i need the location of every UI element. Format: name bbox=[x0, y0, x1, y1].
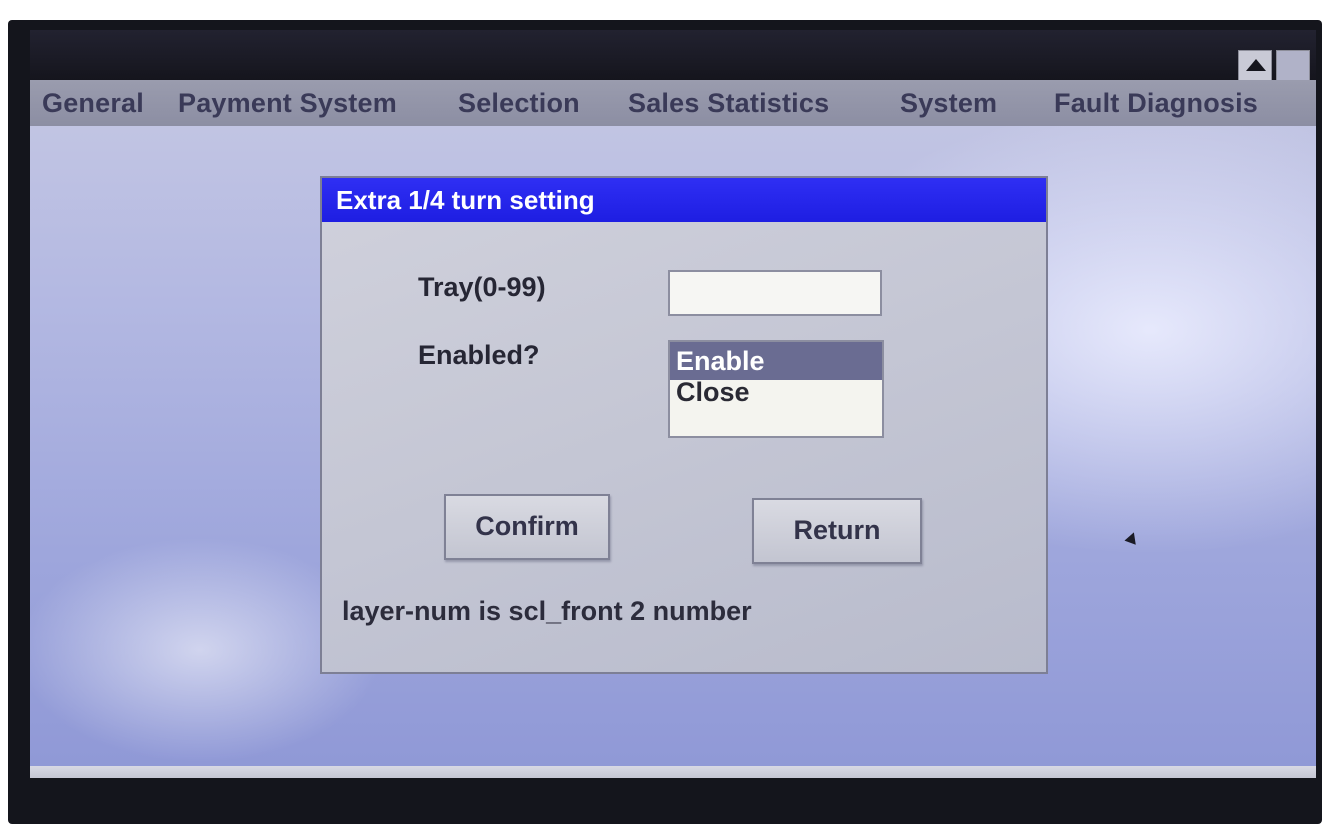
tray-input[interactable] bbox=[668, 270, 882, 316]
confirm-button[interactable]: Confirm bbox=[444, 494, 610, 560]
enabled-listbox[interactable]: Enable Close bbox=[668, 340, 884, 438]
dialog-title: Extra 1/4 turn setting bbox=[336, 185, 595, 215]
option-close[interactable]: Close bbox=[670, 379, 882, 410]
scroll-up-button[interactable] bbox=[1238, 50, 1272, 82]
window-box-button[interactable] bbox=[1276, 50, 1310, 82]
enabled-label: Enabled? bbox=[418, 340, 540, 370]
extra-turn-setting-dialog: Extra 1/4 turn setting Tray(0-99) Enable… bbox=[320, 176, 1048, 674]
pointer-mark bbox=[1124, 530, 1140, 545]
menu-item-general[interactable]: General bbox=[42, 88, 144, 119]
window-title-strip bbox=[30, 30, 1316, 82]
menu-item-payment-system[interactable]: Payment System bbox=[178, 88, 397, 119]
return-button[interactable]: Return bbox=[752, 498, 922, 564]
menu-item-fault-diagnosis[interactable]: Fault Diagnosis bbox=[1054, 88, 1258, 119]
menu-item-selection[interactable]: Selection bbox=[458, 88, 580, 119]
menu-item-sales-statistics[interactable]: Sales Statistics bbox=[628, 88, 829, 119]
triangle-up-icon bbox=[1246, 59, 1266, 71]
tray-label: Tray(0-99) bbox=[418, 272, 546, 302]
touchscreen: General Payment System Selection Sales S… bbox=[30, 30, 1316, 778]
option-enable[interactable]: Enable bbox=[670, 342, 882, 380]
menu-item-system[interactable]: System bbox=[900, 88, 997, 119]
dialog-titlebar: Extra 1/4 turn setting bbox=[322, 178, 1046, 222]
bottom-strip bbox=[30, 766, 1316, 778]
status-message: layer-num is scl_front 2 number bbox=[342, 596, 752, 626]
menu-bar: General Payment System Selection Sales S… bbox=[30, 80, 1316, 126]
